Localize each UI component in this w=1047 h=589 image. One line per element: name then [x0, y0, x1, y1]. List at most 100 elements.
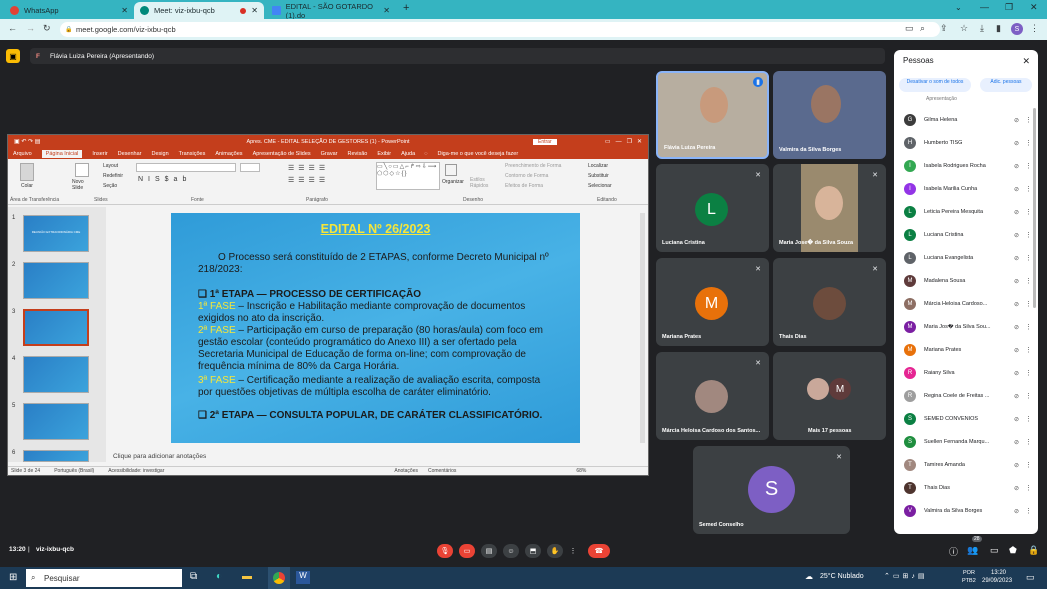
comments-button[interactable]: Comentários [428, 468, 456, 474]
mic-off-icon[interactable]: ⊘ [1014, 462, 1019, 469]
mic-off-icon[interactable]: ⊘ [1014, 485, 1019, 492]
shape-effects-button[interactable]: Efeitos de Forma [505, 183, 543, 189]
shape-outline-button[interactable]: Contorno de Forma [505, 173, 548, 179]
tile-maria[interactable]: ✕ Maria Jose� da Silva Souza [773, 164, 886, 252]
people-icon[interactable]: 👥 [967, 545, 978, 556]
section-button[interactable]: Seção [103, 183, 117, 189]
signin-button[interactable]: Entrar [533, 138, 557, 145]
raise-hand-button[interactable]: ✋ [547, 544, 563, 558]
participant-row[interactable]: L Leticia Pereira Mesquita ⊘ ⋮ [904, 202, 1032, 222]
window-controls[interactable]: ▭ — ❐ ✕ [605, 138, 642, 145]
mic-off-icon[interactable]: ⊘ [1014, 324, 1019, 331]
close-icon[interactable]: ✕ [121, 6, 128, 15]
language-indicator[interactable]: POR [963, 570, 975, 576]
leave-call-button[interactable]: ☎ [588, 544, 610, 558]
clock-time[interactable]: 13:20 [991, 570, 1006, 576]
tab-gravar[interactable]: Gravar [321, 151, 338, 157]
tab-transicoes[interactable]: Transições [179, 151, 206, 157]
font-family-select[interactable] [136, 163, 236, 172]
mic-off-icon[interactable]: ⊘ [1014, 209, 1019, 216]
captions-button[interactable]: ▤ [481, 544, 497, 558]
paragraph-buttons[interactable]: ☰☰☰☰ [288, 164, 329, 172]
tell-me-search[interactable]: Diga-me o que você deseja fazer [437, 151, 518, 157]
new-slide-icon[interactable] [75, 163, 89, 177]
participant-row[interactable]: M Madalena Sousa ⊘ ⋮ [904, 271, 1032, 291]
tab-whatsapp[interactable]: WhatsApp ✕ [4, 2, 134, 19]
more-icon[interactable]: ⋮ [1025, 254, 1032, 262]
font-size-select[interactable] [240, 163, 260, 172]
participant-row[interactable]: L Luciana Evangelista ⊘ ⋮ [904, 248, 1032, 268]
align-buttons[interactable]: ☰☰☰☰ [288, 176, 329, 184]
more-icon[interactable]: ⋮ [1025, 116, 1032, 124]
participant-row[interactable]: H Humberto TISG ⊘ ⋮ [904, 133, 1032, 153]
tab-design[interactable]: Design [152, 151, 169, 157]
mic-off-icon[interactable]: ⊘ [1014, 255, 1019, 262]
back-icon[interactable]: ← [8, 23, 17, 33]
mic-off-icon[interactable]: ⊘ [1014, 140, 1019, 147]
more-icon[interactable]: ⋮ [1025, 415, 1032, 423]
tab-inserir[interactable]: Inserir [92, 151, 107, 157]
accessibility-status[interactable]: Acessibilidade: investigar [108, 468, 164, 474]
mic-off-icon[interactable]: ⊘ [1014, 163, 1019, 170]
sidebar-icon[interactable]: ▮ [996, 23, 1001, 34]
participant-row[interactable]: S Suellen Fernanda Marqu... ⊘ ⋮ [904, 432, 1032, 452]
info-icon[interactable]: ⓘ [949, 545, 958, 558]
search-icon[interactable]: ⌕ [920, 23, 925, 34]
more-options-button[interactable]: ⋮ [569, 544, 577, 558]
participant-row[interactable]: V Valmira da Silva Borges ⊘ ⋮ [904, 501, 1032, 521]
participant-row[interactable]: M Márcia Heloisa Cardoso... ⊘ ⋮ [904, 294, 1032, 314]
participant-row[interactable]: T Thais Dias ⊘ ⋮ [904, 478, 1032, 498]
replace-button[interactable]: Substituir [588, 173, 609, 179]
more-icon[interactable]: ⋮ [1025, 185, 1032, 193]
tab-revisao[interactable]: Revisão [347, 151, 367, 157]
more-icon[interactable]: ⋮ [1025, 507, 1032, 515]
shapes-gallery[interactable]: ▭╲○▭△⌐↱⇨⇩⟿ ⬠⬡◇☆{} [376, 162, 440, 190]
tile-marcia[interactable]: ✕ Márcia Heloisa Cardoso dos Santos... [656, 352, 769, 440]
mic-off-button[interactable]: 🎙 [437, 544, 453, 558]
address-bar[interactable]: 🔒 meet.google.com/viz-ixbu-qcb [60, 22, 940, 37]
slide-scrollbar[interactable] [640, 213, 645, 443]
chrome-taskbar-button[interactable] [268, 567, 290, 589]
layout-button[interactable]: Layout [103, 163, 118, 169]
notes-button[interactable]: Anotações [394, 468, 418, 474]
participant-row[interactable]: L Luciana Cristina ⊘ ⋮ [904, 225, 1032, 245]
arrange-label[interactable]: Organizar [442, 179, 464, 185]
font-format-buttons[interactable]: NIS$ab [138, 176, 191, 183]
activities-icon[interactable]: ⬟ [1009, 545, 1017, 556]
minimize-button[interactable]: — [980, 2, 989, 12]
slide-thumbnail-3[interactable] [23, 309, 89, 346]
participant-row[interactable]: S SEMED CONVÊNIOS ⊘ ⋮ [904, 409, 1032, 429]
share-icon[interactable]: ⇪ [940, 23, 948, 34]
taskbar-search[interactable]: ⌕ Pesquisar [26, 569, 182, 587]
tab-ajuda[interactable]: Ajuda [401, 151, 415, 157]
tile-luciana[interactable]: ✕ L Luciana Cristina [656, 164, 769, 252]
mic-off-icon[interactable]: ⊘ [1014, 232, 1019, 239]
file-explorer-icon[interactable]: ▬ [242, 571, 252, 582]
slide-thumbnail-5[interactable] [23, 403, 89, 440]
mute-all-button[interactable]: Desativar o som de todos [899, 78, 971, 92]
mic-off-icon[interactable]: ⊘ [1014, 278, 1019, 285]
tab-meet[interactable]: Meet: viz-ixbu-qcb ✕ [134, 2, 264, 19]
tile-thais[interactable]: ✕ Thais Dias [773, 258, 886, 346]
slide-thumbnail-2[interactable] [23, 262, 89, 299]
mic-off-icon[interactable]: ⊘ [1014, 347, 1019, 354]
tile-semed[interactable]: ✕ S Semed Conselho [693, 446, 850, 534]
windows-start-icon[interactable]: ⊞ [9, 572, 17, 583]
tab-docs[interactable]: EDITAL - SÃO GOTARDO (1).do ✕ [266, 2, 396, 20]
more-icon[interactable]: ⋮ [1025, 139, 1032, 147]
more-icon[interactable]: ⋮ [1025, 208, 1032, 216]
quick-styles-label[interactable]: Estilos Rápidos [470, 177, 492, 189]
save-icon[interactable]: ▣ ↶ ↷ ▤ [14, 138, 40, 145]
tile-presenter[interactable]: ▮ Flávia Luiza Pereira [656, 71, 769, 159]
slide-thumbnail-1[interactable]: REUNIÃO EXTRAORDINÁRIA CME [23, 215, 89, 252]
more-icon[interactable]: ⋮ [1025, 461, 1032, 469]
close-window-button[interactable]: ✕ [1030, 2, 1038, 13]
participant-row[interactable]: R Regina Coele de Freitas ... ⊘ ⋮ [904, 386, 1032, 406]
participant-row[interactable]: M Maria Jos� da Silva Sou... ⊘ ⋮ [904, 317, 1032, 337]
tab-apresentacao[interactable]: Apresentação de Slides [253, 151, 311, 157]
mic-off-icon[interactable]: ⊘ [1014, 186, 1019, 193]
tab-search-icon[interactable]: ⌄ [955, 3, 962, 12]
more-icon[interactable]: ⋮ [1025, 162, 1032, 170]
forward-icon[interactable]: → [26, 23, 35, 33]
bookmark-icon[interactable]: ☆ [960, 23, 968, 34]
